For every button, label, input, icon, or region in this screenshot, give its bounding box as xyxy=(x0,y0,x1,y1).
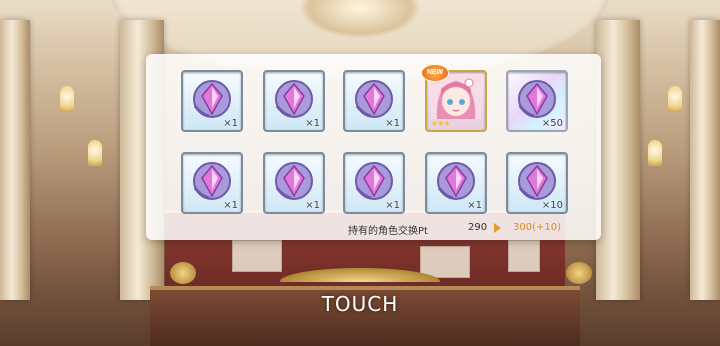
gold-ornament-icon xyxy=(566,262,592,284)
reward-card[interactable]: ×1 xyxy=(181,70,243,132)
memory-piece-icon xyxy=(355,162,393,200)
gacha-results-panel: ×1 ×1 ×1 ★★★ NEW ×50 ×1 ×1 ×1 ×1 ×10 xyxy=(146,54,601,240)
exchange-pt-new: 300(+10) xyxy=(513,222,561,233)
reward-quantity: ×1 xyxy=(385,200,400,211)
ceiling-crest xyxy=(300,0,420,38)
reward-quantity: ×10 xyxy=(541,200,563,211)
posted-paper xyxy=(508,240,540,272)
exchange-pt-label: 持有的角色交换Pt xyxy=(348,226,428,237)
arrow-right-icon xyxy=(494,223,501,233)
memory-piece-icon xyxy=(275,162,313,200)
reward-card[interactable]: ×1 xyxy=(263,152,325,214)
new-badge: NEW xyxy=(421,64,449,82)
reward-quantity: ×1 xyxy=(305,118,320,129)
pillar-left-outer xyxy=(0,20,30,300)
memory-piece-icon xyxy=(193,162,231,200)
pillar-right-outer xyxy=(690,20,720,300)
reward-card[interactable]: ×1 xyxy=(343,70,405,132)
reward-card[interactable]: ×1 xyxy=(181,152,243,214)
wall-lamp-icon xyxy=(88,140,102,166)
memory-piece-icon xyxy=(437,162,475,200)
reward-quantity: ×1 xyxy=(467,200,482,211)
touch-to-continue-prompt[interactable]: TOUCH xyxy=(0,292,720,316)
new-character-card[interactable]: ★★★ NEW xyxy=(421,64,487,132)
wall-lamp-icon xyxy=(60,86,74,112)
memory-piece-icon xyxy=(518,80,556,118)
rarity-stars: ★★★ xyxy=(431,119,450,128)
reward-card[interactable]: ×10 xyxy=(506,152,568,214)
reward-card[interactable]: ×1 xyxy=(425,152,487,214)
memory-piece-icon xyxy=(518,162,556,200)
posted-paper xyxy=(232,240,282,272)
reward-quantity: ×1 xyxy=(223,200,238,211)
wall-lamp-icon xyxy=(668,86,682,112)
wall-lamp-icon xyxy=(648,140,662,166)
gold-ornament-icon xyxy=(170,262,196,284)
reward-quantity: ×1 xyxy=(305,200,320,211)
reward-quantity: ×1 xyxy=(223,118,238,129)
exchange-pt-current: 290 xyxy=(468,222,488,233)
memory-piece-icon xyxy=(275,80,313,118)
reward-card[interactable]: ×50 xyxy=(506,70,568,132)
memory-piece-icon xyxy=(355,80,393,118)
reward-card[interactable]: ×1 xyxy=(343,152,405,214)
gold-trim-ornament xyxy=(280,268,440,282)
memory-piece-icon xyxy=(193,80,231,118)
reward-card[interactable]: ×1 xyxy=(263,70,325,132)
reward-quantity: ×1 xyxy=(385,118,400,129)
reward-quantity: ×50 xyxy=(541,118,563,129)
pillar-right-inner xyxy=(596,20,640,300)
